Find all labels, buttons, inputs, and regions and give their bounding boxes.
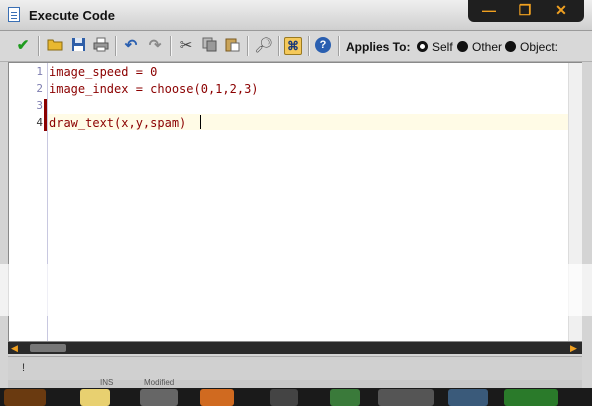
text-caret	[200, 115, 201, 129]
window-title: Execute Code	[29, 8, 115, 23]
line-number: 2	[36, 82, 43, 95]
undo-icon[interactable]: ↶	[122, 37, 140, 55]
taskbar	[0, 388, 592, 406]
toolbar-separator	[308, 36, 310, 56]
toolbar-separator	[38, 36, 40, 56]
toolbar-separator	[338, 36, 340, 56]
code-completion-icon[interactable]: ⌘	[284, 37, 302, 55]
ok-check-icon[interactable]: ✔	[14, 37, 32, 55]
taskbar-folder-icon[interactable]	[80, 389, 110, 406]
print-icon[interactable]	[92, 37, 110, 55]
line-number: 3	[36, 99, 43, 112]
maximize-button[interactable]: ❐	[508, 0, 542, 20]
taskbar-record-icon[interactable]	[270, 389, 298, 406]
scroll-left-arrow-icon[interactable]: ◀	[11, 343, 18, 354]
taskbar-app-icon[interactable]	[330, 389, 360, 406]
paste-icon[interactable]	[223, 37, 241, 55]
search-icon[interactable]: 🔎︎	[254, 37, 273, 55]
self-radio-label[interactable]: Self	[432, 40, 453, 54]
taskbar-torrent-icon[interactable]	[504, 389, 558, 406]
object-radio-label[interactable]: Object:	[520, 40, 558, 54]
modified-status: Modified	[144, 378, 175, 387]
overlay-band	[0, 264, 592, 316]
taskbar-app-icon[interactable]	[448, 389, 488, 406]
line-number-current: 4	[36, 116, 43, 129]
horizontal-scrollbar[interactable]: ◀ ▶	[8, 342, 582, 354]
taskbar-app-icon[interactable]	[378, 389, 434, 406]
taskbar-browser-icon[interactable]	[200, 389, 234, 406]
toolbar: ✔ ↶ ↷ ✂ 🔎︎ ⌘ ? Applies To: Self Other Ob…	[0, 31, 592, 62]
minimize-button[interactable]: —	[472, 0, 506, 20]
line-number: 1	[36, 65, 43, 78]
other-radio-label[interactable]: Other	[472, 40, 502, 54]
toolbar-separator	[247, 36, 249, 56]
scroll-thumb[interactable]	[30, 344, 66, 352]
code-line[interactable]: image_speed = 0	[49, 65, 157, 79]
status-info-strip: INS Modified	[8, 378, 582, 388]
script-document-icon	[8, 7, 20, 22]
scroll-right-arrow-icon[interactable]: ▶	[570, 343, 577, 354]
cut-icon[interactable]: ✂	[177, 37, 195, 55]
code-line[interactable]: draw_text(x,y,spam)	[49, 116, 186, 130]
toolbar-separator	[115, 36, 117, 56]
insert-mode-status: INS	[100, 378, 114, 387]
redo-icon[interactable]: ↷	[146, 37, 164, 55]
open-folder-icon[interactable]	[46, 37, 64, 55]
taskbar-app-icon[interactable]	[140, 389, 178, 406]
status-bar: !	[8, 356, 582, 381]
help-icon[interactable]: ?	[315, 37, 331, 53]
status-indicator-icon: !	[22, 362, 26, 374]
copy-icon[interactable]	[200, 37, 218, 55]
close-button[interactable]: ✕	[544, 0, 578, 20]
taskbar-app-icon[interactable]	[4, 389, 46, 406]
code-line[interactable]: image_index = choose(0,1,2,3)	[49, 82, 259, 96]
self-radio[interactable]	[417, 41, 428, 52]
window-controls: — ❐ ✕	[468, 0, 584, 22]
toolbar-separator	[278, 36, 280, 56]
toolbar-separator	[170, 36, 172, 56]
object-radio[interactable]	[505, 41, 516, 52]
save-icon[interactable]	[69, 37, 87, 55]
other-radio[interactable]	[457, 41, 468, 52]
applies-to-label: Applies To:	[346, 40, 411, 54]
